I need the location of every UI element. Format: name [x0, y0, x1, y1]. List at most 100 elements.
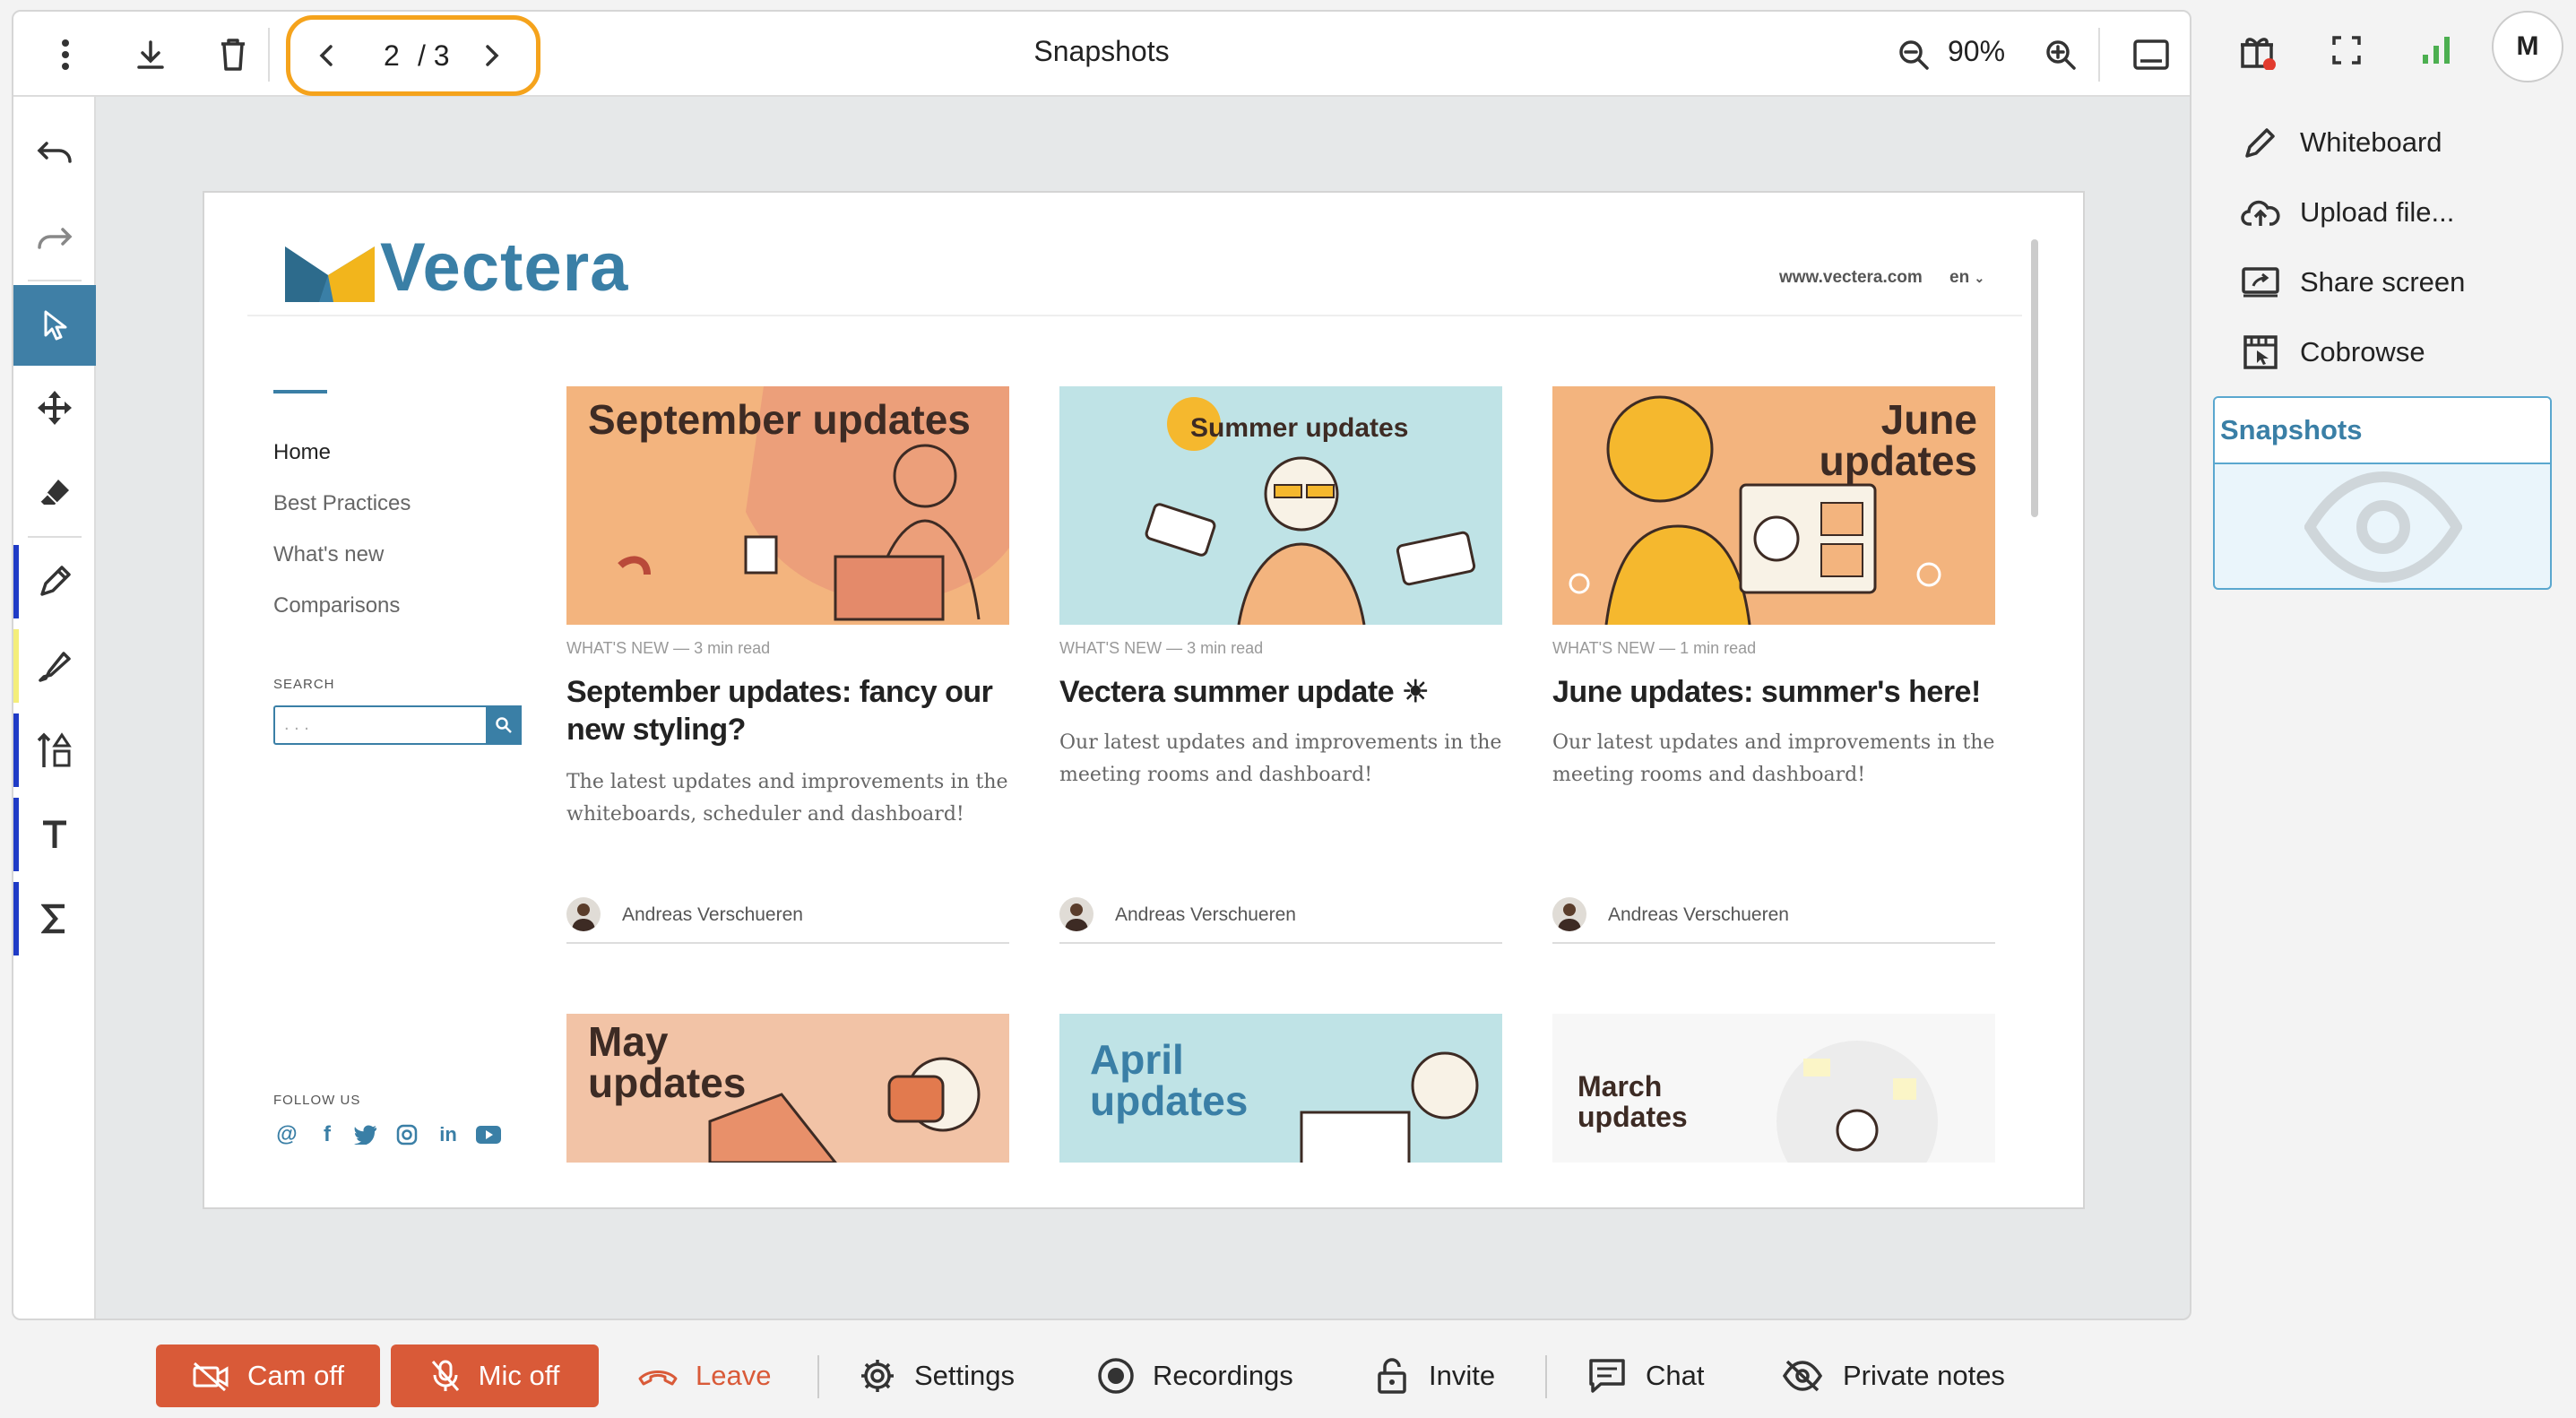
- text-icon[interactable]: [13, 794, 96, 875]
- chat-button[interactable]: Chat: [1588, 1345, 1714, 1407]
- pencil-icon: [2241, 123, 2280, 162]
- article-excerpt: Our latest updates and improvements in t…: [1059, 731, 1502, 786]
- move-icon[interactable]: [13, 367, 96, 448]
- thumbnail-title: June updates: [1819, 396, 1977, 484]
- search-icon[interactable]: [486, 705, 522, 745]
- article-excerpt: The latest updates and improvements in t…: [566, 771, 1008, 826]
- instagram-icon[interactable]: [393, 1121, 420, 1148]
- follow-us-label: FOLLOW US: [273, 1093, 361, 1108]
- article-meta: WHAT'S NEW — 1 min read: [1552, 639, 1757, 657]
- article-thumbnail[interactable]: May updates: [566, 1014, 1009, 1163]
- page-title: Snapshots: [1033, 35, 1170, 67]
- article-title[interactable]: September updates: fancy our new styling…: [566, 673, 1009, 748]
- article-author: Andreas Verschueren: [1552, 897, 1995, 944]
- zoom-in-icon[interactable]: [2034, 12, 2088, 97]
- linkedin-icon[interactable]: in: [435, 1121, 462, 1148]
- menu-upload-file[interactable]: Upload file...: [2241, 186, 2454, 239]
- main-panel: 2 / 3 Snapshots 90% Vectera www.vectera.…: [12, 10, 2191, 1320]
- author-avatar: [1059, 897, 1094, 931]
- scrollbar[interactable]: [2031, 239, 2038, 517]
- site-logo-text: Vectera: [380, 229, 629, 306]
- thumbnail-title: September updates: [588, 396, 971, 443]
- chat-icon: [1588, 1358, 1626, 1394]
- article-title[interactable]: June updates: summer's here!: [1552, 673, 1995, 711]
- article-meta: WHAT'S NEW — 3 min read: [1059, 639, 1264, 657]
- shapes-icon[interactable]: [13, 710, 96, 791]
- record-icon: [1097, 1357, 1135, 1395]
- gear-icon: [859, 1357, 896, 1395]
- menu-share-screen[interactable]: Share screen: [2241, 255, 2465, 309]
- recordings-button[interactable]: Recordings: [1097, 1345, 1321, 1407]
- nav-best-practices[interactable]: Best Practices: [273, 491, 411, 516]
- redo-icon[interactable]: [13, 195, 96, 276]
- zoom-out-icon[interactable]: [1887, 12, 1941, 97]
- language-select[interactable]: en ⌄: [1949, 268, 1984, 288]
- invite-button[interactable]: Invite: [1377, 1345, 1520, 1407]
- article-author: Andreas Verschueren: [1059, 897, 1502, 944]
- author-name: Andreas Verschueren: [622, 904, 803, 925]
- top-toolbar: 2 / 3 Snapshots 90%: [13, 12, 2190, 97]
- article-thumbnail[interactable]: September updates: [566, 386, 1009, 625]
- author-name: Andreas Verschueren: [1608, 904, 1789, 925]
- search-input[interactable]: . . .: [273, 705, 488, 745]
- mic-off-icon: [430, 1359, 461, 1393]
- article-thumbnail[interactable]: June updates: [1552, 386, 1995, 625]
- article-meta: WHAT'S NEW — 3 min read: [566, 639, 771, 657]
- zoom-level: 90%: [1948, 35, 2006, 67]
- cobrowse-icon: [2241, 333, 2280, 372]
- thumbnail-title: Summer updates: [1190, 413, 1409, 443]
- menu-cobrowse[interactable]: Cobrowse: [2241, 325, 2425, 379]
- private-notes-button[interactable]: Private notes: [1782, 1345, 2015, 1407]
- article-excerpt: Our latest updates and improvements in t…: [1552, 731, 1995, 786]
- select-pointer-icon[interactable]: [13, 285, 96, 366]
- search-label: SEARCH: [273, 677, 335, 692]
- article-author: Andreas Verschueren: [566, 897, 1009, 944]
- youtube-icon[interactable]: [475, 1121, 502, 1148]
- cam-off-icon: [192, 1361, 229, 1391]
- author-name: Andreas Verschueren: [1115, 904, 1296, 925]
- article-thumbnail[interactable]: April updates: [1059, 1014, 1502, 1163]
- hang-up-icon: [636, 1366, 679, 1386]
- thumbnail-title: March updates: [1578, 1070, 1688, 1133]
- site-url-link[interactable]: www.vectera.com: [1779, 268, 1923, 288]
- signal-strength-icon: [2400, 14, 2472, 86]
- eraser-icon[interactable]: [13, 452, 96, 532]
- facebook-icon[interactable]: f: [314, 1121, 341, 1148]
- menu-whiteboard[interactable]: Whiteboard: [2241, 116, 2442, 169]
- cam-off-button[interactable]: Cam off: [156, 1345, 380, 1407]
- undo-icon[interactable]: [13, 113, 96, 194]
- settings-button[interactable]: Settings: [859, 1345, 1038, 1407]
- article-thumbnail[interactable]: March updates: [1552, 1014, 1995, 1163]
- gift-icon[interactable]: [2221, 14, 2293, 86]
- article-thumbnail[interactable]: Summer updates: [1059, 386, 1502, 625]
- bottom-bar: Cam off Mic off Leave Settings Recording…: [0, 1325, 2576, 1418]
- thumbnail-title: April updates: [1090, 1036, 1249, 1124]
- nav-home[interactable]: Home: [273, 440, 331, 465]
- lock-icon: [1377, 1357, 1407, 1395]
- share-screen-icon: [2241, 263, 2280, 302]
- tool-sidebar: [13, 97, 96, 1319]
- thumbnail-title: May updates: [588, 1018, 747, 1106]
- nav-comparisons[interactable]: Comparisons: [273, 593, 400, 618]
- vectera-logo-icon: [285, 246, 375, 307]
- nav-whats-new[interactable]: What's new: [273, 542, 384, 567]
- author-avatar: [566, 897, 601, 931]
- formula-icon[interactable]: [13, 878, 96, 959]
- snapshots-title: Snapshots: [2220, 414, 2363, 445]
- twitter-icon[interactable]: [352, 1121, 379, 1148]
- article-title[interactable]: Vectera summer update ☀: [1059, 673, 1502, 711]
- toggle-panel-icon[interactable]: [2120, 12, 2183, 97]
- user-avatar[interactable]: M: [2492, 11, 2563, 82]
- fullscreen-icon[interactable]: [2311, 14, 2382, 86]
- snapshot-document[interactable]: Vectera www.vectera.com en ⌄ Home Best P…: [203, 191, 2085, 1209]
- cloud-upload-icon: [2241, 193, 2280, 232]
- pen-icon[interactable]: [13, 541, 96, 622]
- at-icon[interactable]: @: [273, 1121, 300, 1148]
- mic-off-button[interactable]: Mic off: [391, 1345, 599, 1407]
- leave-button[interactable]: Leave: [636, 1345, 780, 1407]
- author-avatar: [1552, 897, 1586, 931]
- highlighter-icon[interactable]: [13, 626, 96, 706]
- eye-icon[interactable]: [2304, 471, 2463, 587]
- snapshots-panel[interactable]: Snapshots: [2213, 396, 2552, 590]
- eye-off-icon: [1782, 1360, 1823, 1392]
